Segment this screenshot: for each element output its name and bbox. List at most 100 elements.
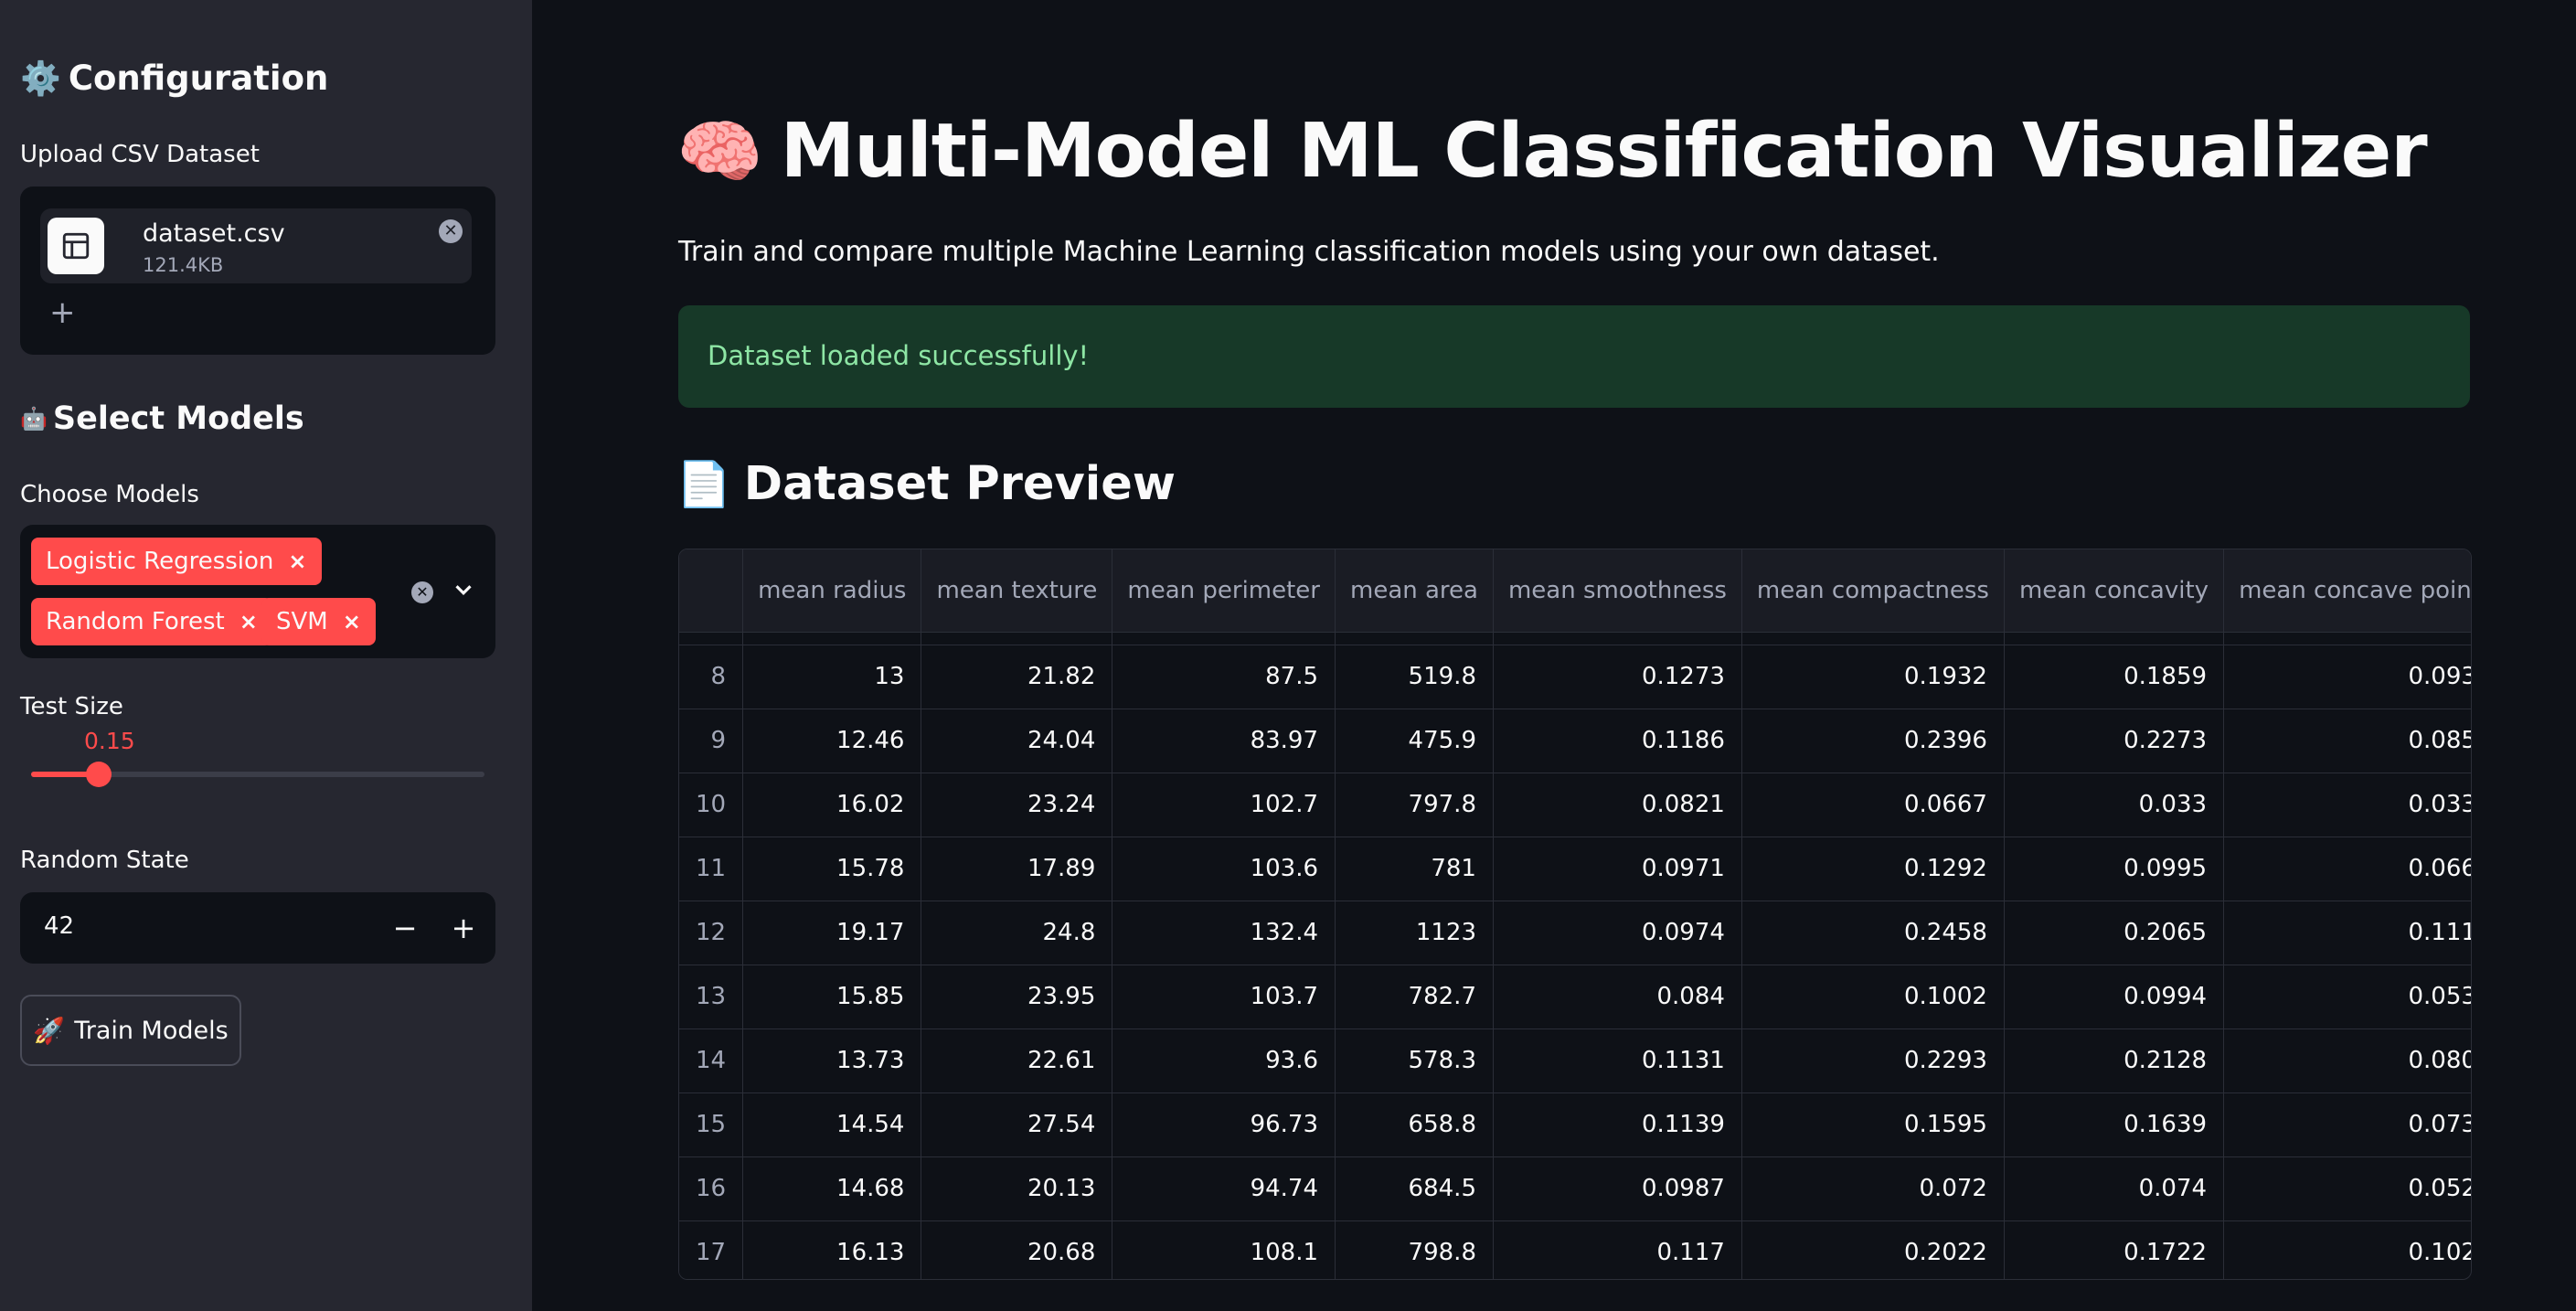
column-header[interactable]: mean compactness (1741, 549, 2005, 633)
table-cell[interactable]: 0.0995 (2004, 837, 2225, 901)
table-cell[interactable]: 684.5 (1335, 1156, 1494, 1221)
table-cell[interactable]: 0.0971 (1493, 837, 1742, 901)
clear-all-icon[interactable]: ✕ (411, 581, 433, 603)
table-cell[interactable]: 93.6 (1112, 1029, 1336, 1093)
slider-thumb[interactable] (86, 762, 112, 787)
table-cell[interactable]: 475.9 (1335, 709, 1494, 773)
column-header[interactable]: mean smoothness (1493, 549, 1742, 633)
table-cell[interactable]: 94.74 (1112, 1156, 1336, 1221)
table-cell[interactable]: 0.2065 (2004, 901, 2225, 965)
table-cell[interactable]: 0.2022 (1741, 1220, 2005, 1279)
row-index[interactable]: 13 (679, 965, 744, 1029)
table-cell[interactable]: 0.2396 (1741, 709, 2005, 773)
table-cell[interactable]: 0.0935 (2223, 645, 2471, 709)
table-cell[interactable]: 83.97 (1112, 709, 1336, 773)
table-cell[interactable]: 0.2293 (1741, 1029, 2005, 1093)
table-cell[interactable]: 781 (1335, 837, 1494, 901)
remove-file-icon[interactable]: ✕ (439, 219, 463, 243)
table-cell[interactable]: 0.1186 (1493, 709, 1742, 773)
table-cell[interactable]: 0.033 (2004, 773, 2225, 837)
chevron-down-icon[interactable] (450, 576, 477, 603)
column-header[interactable]: mean texture (921, 549, 1113, 633)
table-cell[interactable]: 24.8 (921, 901, 1113, 965)
random-state-input[interactable]: 42 − + (20, 892, 495, 964)
table-cell[interactable]: 0.1118 (2223, 901, 2471, 965)
table-cell[interactable]: 20.68 (921, 1220, 1113, 1279)
table-cell[interactable]: 0.1273 (1493, 645, 1742, 709)
row-index[interactable]: 17 (679, 1220, 744, 1279)
table-cell[interactable]: 132.4 (1112, 901, 1336, 965)
row-index[interactable]: 10 (679, 773, 744, 837)
random-state-value[interactable]: 42 (44, 912, 74, 940)
table-cell[interactable]: 96.73 (1112, 1092, 1336, 1157)
table-cell[interactable]: 27.54 (921, 1092, 1113, 1157)
table-cell[interactable]: 16.02 (742, 773, 922, 837)
table-cell[interactable]: 0.1139 (1493, 1092, 1742, 1157)
table-cell[interactable]: 13.73 (742, 1029, 922, 1093)
table-cell[interactable]: 19.17 (742, 901, 922, 965)
table-cell[interactable]: 0.1859 (2004, 645, 2225, 709)
table-cell[interactable]: 14.68 (742, 1156, 922, 1221)
column-header[interactable]: mean area (1335, 549, 1494, 633)
table-cell[interactable]: 0.0526 (2223, 1156, 2471, 1221)
table-cell[interactable]: 0.0821 (1493, 773, 1742, 837)
table-cell[interactable]: 0.1932 (1741, 645, 2005, 709)
table-cell[interactable]: 12.46 (742, 709, 922, 773)
table-cell[interactable]: 0.2458 (1741, 901, 2005, 965)
table-cell[interactable]: 578.3 (1335, 1029, 1494, 1093)
table-cell[interactable]: 0.0536 (2223, 965, 2471, 1029)
column-header[interactable]: mean radius (742, 549, 922, 633)
table-cell[interactable]: 0.0854 (2223, 709, 2471, 773)
table-cell[interactable]: 797.8 (1335, 773, 1494, 837)
table-cell[interactable]: 0.0332 (2223, 773, 2471, 837)
table-cell[interactable]: 16.13 (742, 1220, 922, 1279)
table-cell[interactable]: 87.5 (1112, 645, 1336, 709)
dataset-preview-table[interactable]: mean radius mean texture mean perimeter mea… (678, 549, 2472, 1280)
table-cell[interactable]: 0.1292 (1741, 837, 2005, 901)
remove-tag-icon[interactable]: × (343, 609, 361, 634)
table-cell[interactable]: 21.82 (921, 645, 1113, 709)
column-header[interactable]: mean concavity (2004, 549, 2225, 633)
add-file-icon[interactable]: + (49, 294, 76, 331)
table-cell[interactable]: 0.0661 (2223, 837, 2471, 901)
table-cell[interactable]: 15.85 (742, 965, 922, 1029)
table-cell[interactable]: 14.54 (742, 1092, 922, 1157)
table-cell[interactable]: 24.04 (921, 709, 1113, 773)
column-header[interactable]: mean perimeter (1112, 549, 1336, 633)
table-cell[interactable]: 0.2273 (2004, 709, 2225, 773)
row-index[interactable]: 16 (679, 1156, 744, 1221)
row-index[interactable]: 12 (679, 901, 744, 965)
increment-button[interactable]: + (441, 905, 486, 951)
table-cell[interactable]: 0.1722 (2004, 1220, 2225, 1279)
table-cell[interactable]: 0.072 (1741, 1156, 2005, 1221)
table-cell[interactable]: 0.0987 (1493, 1156, 1742, 1221)
table-cell[interactable]: 0.0803 (2223, 1029, 2471, 1093)
table-cell[interactable]: 0.1595 (1741, 1092, 2005, 1157)
decrement-button[interactable]: − (382, 905, 428, 951)
test-size-slider[interactable] (31, 762, 484, 787)
table-cell[interactable]: 23.95 (921, 965, 1113, 1029)
table-cell[interactable]: 102.7 (1112, 773, 1336, 837)
remove-tag-icon[interactable]: × (288, 549, 306, 574)
file-uploader[interactable]: dataset.csv 121.4KB ✕ + (20, 187, 495, 355)
column-header[interactable]: mean concave points (2223, 549, 2471, 633)
table-cell[interactable]: 22.61 (921, 1029, 1113, 1093)
row-index[interactable]: 14 (679, 1029, 744, 1093)
index-header[interactable] (679, 549, 744, 633)
table-cell[interactable]: 782.7 (1335, 965, 1494, 1029)
table-cell[interactable]: 0.0667 (1741, 773, 2005, 837)
table-cell[interactable]: 0.1639 (2004, 1092, 2225, 1157)
table-cell[interactable]: 13 (742, 645, 922, 709)
row-index[interactable]: 8 (679, 645, 744, 709)
table-cell[interactable]: 0.1131 (1493, 1029, 1742, 1093)
table-cell[interactable]: 0.074 (2004, 1156, 2225, 1221)
table-cell[interactable]: 108.1 (1112, 1220, 1336, 1279)
table-cell[interactable]: 0.0974 (1493, 901, 1742, 965)
table-cell[interactable]: 1123 (1335, 901, 1494, 965)
row-index[interactable]: 15 (679, 1092, 744, 1157)
table-cell[interactable]: 20.13 (921, 1156, 1113, 1221)
table-cell[interactable]: 0.0736 (2223, 1092, 2471, 1157)
table-cell[interactable]: 0.1028 (2223, 1220, 2471, 1279)
train-models-button[interactable]: 🚀 Train Models (20, 995, 241, 1066)
row-index[interactable]: 9 (679, 709, 744, 773)
